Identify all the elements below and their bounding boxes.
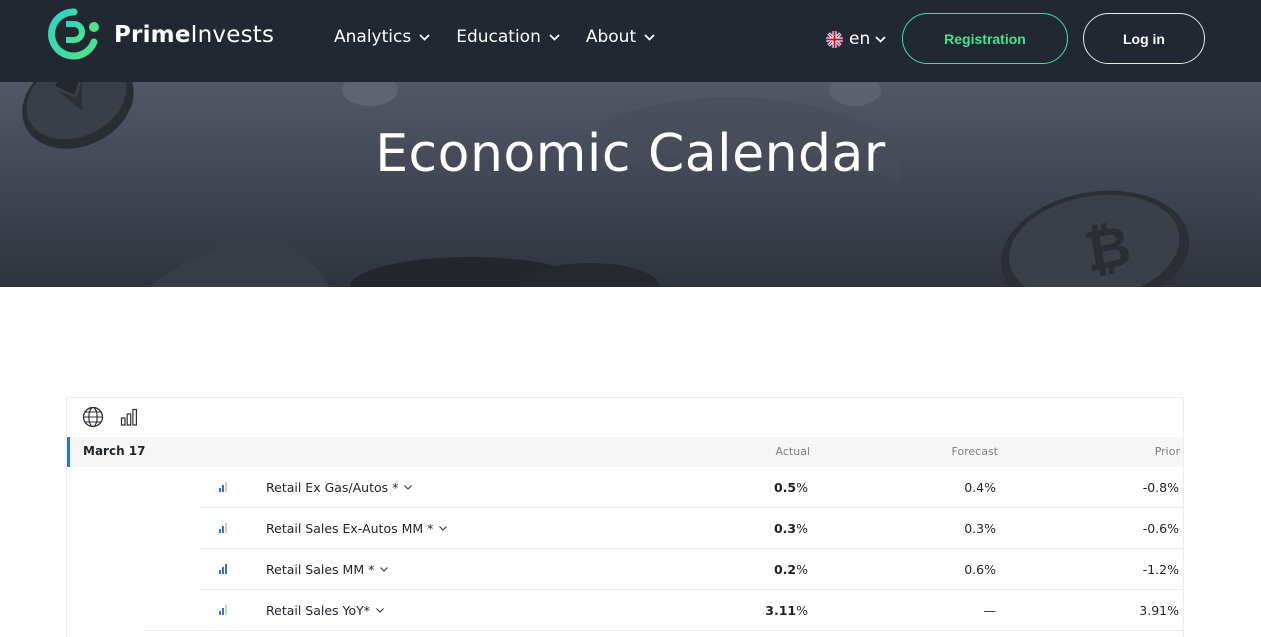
actual-value: 0.2% bbox=[773, 562, 808, 577]
nav-about[interactable]: About bbox=[586, 27, 655, 47]
page-title: Economic Calendar bbox=[375, 124, 886, 184]
calendar-toolbar bbox=[82, 406, 154, 428]
chevron-down-icon bbox=[404, 485, 413, 490]
event-name[interactable]: Retail Ex Gas/Autos * bbox=[266, 480, 413, 495]
language-code: en bbox=[849, 29, 871, 49]
actual-value: 0.5% bbox=[773, 480, 808, 495]
chevron-down-icon bbox=[376, 608, 384, 613]
main-nav: Analytics Education About bbox=[334, 27, 681, 47]
prior-value: -0.8% bbox=[1142, 480, 1179, 495]
logo[interactable]: PrimeInvests bbox=[44, 6, 274, 64]
event-name-label: Retail Sales YoY* bbox=[266, 603, 371, 618]
prior-value: 3.91% bbox=[1139, 603, 1179, 618]
event-name-label: Retail Sales Ex-Autos MM * bbox=[266, 521, 434, 536]
actual-value: 0.3% bbox=[773, 521, 808, 536]
brand-name: PrimeInvests bbox=[114, 22, 275, 48]
chevron-down-icon bbox=[419, 33, 430, 41]
top-navigation-bar: PrimeInvests Analytics Education About e… bbox=[0, 0, 1261, 82]
importance-bars-icon bbox=[219, 482, 228, 492]
event-row[interactable]: Retail Sales MM * 0.2% 0.6% -1.2% bbox=[200, 549, 1183, 590]
prior-value: -1.2% bbox=[1142, 562, 1179, 577]
prime-invests-logo-icon bbox=[48, 8, 99, 60]
chevron-down-icon bbox=[875, 35, 886, 43]
importance-bars-icon bbox=[219, 605, 228, 615]
forecast-value: 0.6% bbox=[964, 562, 996, 577]
importance-bars-icon bbox=[219, 523, 228, 533]
language-selector[interactable]: en bbox=[826, 29, 886, 49]
actual-value: 3.11% bbox=[765, 603, 808, 618]
column-header-prior: Prior bbox=[1154, 445, 1180, 458]
event-name-label: Retail Sales MM * bbox=[266, 562, 375, 577]
event-name[interactable]: Retail Sales Ex-Autos MM * bbox=[266, 521, 448, 536]
event-name[interactable]: Retail Sales MM * bbox=[266, 562, 389, 577]
event-name[interactable]: Retail Sales YoY* bbox=[266, 603, 384, 618]
chevron-down-icon bbox=[380, 567, 389, 572]
importance-bars-icon bbox=[219, 564, 228, 574]
nav-about-label: About bbox=[585, 27, 637, 47]
crypto-coins-background: ₿ bbox=[22, 82, 1190, 287]
column-header-forecast: Forecast bbox=[951, 445, 998, 458]
globe-icon[interactable] bbox=[82, 406, 104, 428]
forecast-value: 0.4% bbox=[964, 480, 996, 495]
date-header-row: March 17 Actual Forecast Prior bbox=[67, 437, 1183, 467]
forecast-value: 0.3% bbox=[964, 521, 996, 536]
event-row[interactable]: Retail Ex Gas/Autos * 0.5% 0.4% -0.8% bbox=[200, 467, 1183, 508]
event-row[interactable]: Retail Sales Ex-Autos MM * 0.3% 0.3% -0.… bbox=[200, 508, 1183, 549]
calendar-date: March 17 bbox=[83, 444, 146, 458]
prior-value: -0.6% bbox=[1142, 521, 1179, 536]
login-button[interactable]: Log in bbox=[1083, 13, 1205, 64]
registration-button[interactable]: Registration bbox=[902, 13, 1068, 64]
economic-calendar-widget: March 17 Actual Forecast Prior Retail Ex… bbox=[66, 397, 1184, 637]
hero-banner: ₿ Economic Calendar bbox=[0, 82, 1261, 287]
bar-chart-icon[interactable] bbox=[120, 408, 138, 426]
chevron-down-icon bbox=[439, 526, 448, 531]
event-row[interactable]: Retail Sales YoY* 3.11% — 3.91% bbox=[145, 590, 1183, 631]
nav-education-label: Education bbox=[456, 27, 541, 47]
event-name-label: Retail Ex Gas/Autos * bbox=[266, 480, 399, 495]
forecast-value: — bbox=[983, 603, 997, 618]
nav-education[interactable]: Education bbox=[456, 27, 560, 47]
chevron-down-icon bbox=[644, 33, 655, 41]
chevron-down-icon bbox=[549, 33, 560, 41]
column-header-actual: Actual bbox=[775, 445, 810, 458]
nav-analytics-label: Analytics bbox=[334, 27, 412, 47]
nav-analytics[interactable]: Analytics bbox=[334, 27, 430, 47]
uk-flag-icon bbox=[826, 30, 843, 48]
